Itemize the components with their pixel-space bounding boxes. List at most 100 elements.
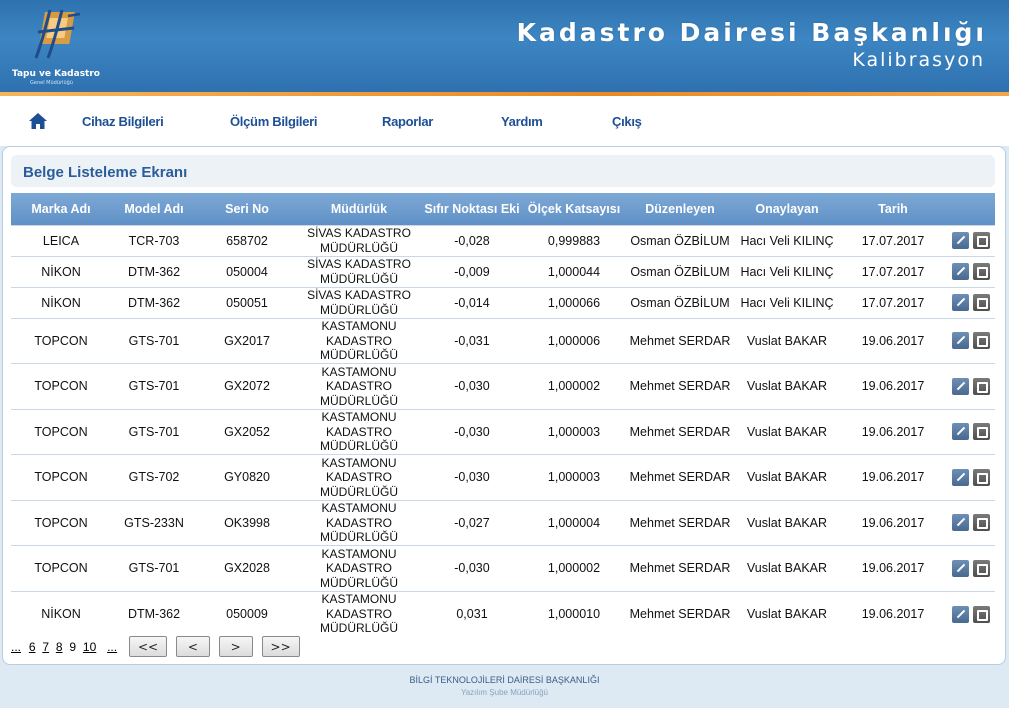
column-header[interactable]: Sıfır Noktası Eki: [421, 193, 523, 225]
table-cell: OK3998: [197, 499, 297, 546]
edit-icon[interactable]: [952, 605, 969, 623]
home-icon[interactable]: [28, 112, 48, 130]
edit-icon[interactable]: [952, 423, 969, 441]
table-cell: Hacı Veli KILINÇ: [735, 224, 839, 256]
table-cell: 1,000004: [523, 499, 625, 546]
table-cell: 19.06.2017: [839, 590, 947, 637]
table-row: TOPCON GTS-702 GY0820 KASTAMONU KADASTRO MÜ…: [11, 454, 995, 500]
table-cell: 0,031: [421, 590, 523, 637]
table-cell: -0,014: [421, 286, 523, 318]
column-header[interactable]: Tarih: [839, 193, 947, 225]
page-link[interactable]: 7: [42, 640, 49, 654]
column-header[interactable]: Düzenleyen: [625, 193, 735, 225]
page-link[interactable]: 10: [83, 640, 96, 654]
table-cell: Vuslat BAKAR: [735, 408, 839, 455]
column-header[interactable]: Onaylayan: [735, 193, 839, 225]
table-cell: GTS-701: [111, 408, 197, 455]
table-cell: DTM-362: [111, 286, 197, 318]
table-cell: SİVAS KADASTRO MÜDÜRLÜĞÜ: [297, 286, 421, 318]
edit-icon[interactable]: [952, 468, 969, 486]
table-row: TOPCON GTS-233N OK3998 KASTAMONU KADASTRO M…: [11, 499, 995, 546]
table-cell: Vuslat BAKAR: [735, 317, 839, 364]
edit-icon[interactable]: [952, 514, 969, 532]
pdf-icon[interactable]: [973, 294, 990, 311]
table-row: NİKON DTM-362 050009 KASTAMONU KADASTRO MÜD…: [11, 590, 995, 637]
pagination: ... 6 7 8 9 10 ... << < > >>: [11, 636, 305, 658]
logo-text: Tapu ve Kadastro: [12, 69, 100, 79]
pdf-icon[interactable]: [973, 468, 990, 486]
table-row: TOPCON GTS-701 GX2028 KASTAMONU KADASTRO MÜ…: [11, 545, 995, 591]
column-header[interactable]: Müdürlük: [297, 193, 421, 225]
edit-icon[interactable]: [952, 263, 969, 280]
nav-cihaz-bilgileri[interactable]: Cihaz Bilgileri: [82, 114, 164, 129]
table-cell: -0,030: [421, 408, 523, 455]
logo[interactable]: Tapu ve Kadastro Genel Müdürlüğü: [0, 0, 110, 92]
table-cell: -0,027: [421, 499, 523, 546]
row-actions: [947, 408, 995, 455]
page-ellipsis-prev[interactable]: ...: [11, 640, 21, 654]
row-actions: [947, 499, 995, 546]
table-cell: Vuslat BAKAR: [735, 590, 839, 637]
table-cell: 050009: [197, 590, 297, 637]
tkgm-logo-icon: [34, 9, 81, 59]
table-cell: KASTAMONU KADASTRO MÜDÜRLÜĞÜ: [297, 545, 421, 591]
last-page-button[interactable]: >>: [261, 636, 300, 657]
next-page-button[interactable]: >: [218, 636, 253, 657]
nav-raporlar[interactable]: Raporlar: [382, 114, 433, 129]
table-cell: 1,000002: [523, 545, 625, 591]
table-cell: Hacı Veli KILINÇ: [735, 255, 839, 287]
table-cell: 1,000006: [523, 317, 625, 364]
pdf-icon[interactable]: [973, 377, 990, 395]
document-table: Marka Adı Model Adı Seri No Müdürlük Sıf…: [11, 193, 995, 637]
edit-icon[interactable]: [952, 294, 969, 311]
first-page-button[interactable]: <<: [128, 636, 168, 657]
table-cell: SİVAS KADASTRO MÜDÜRLÜĞÜ: [297, 255, 421, 287]
column-header[interactable]: Model Adı: [111, 193, 197, 225]
page-current: 9: [69, 639, 77, 654]
table-cell: GX2052: [197, 408, 297, 455]
table-cell: 19.06.2017: [839, 499, 947, 546]
pdf-icon[interactable]: [973, 514, 990, 532]
prev-page-button[interactable]: <: [175, 636, 210, 657]
table-cell: Mehmet SERDAR: [625, 363, 735, 409]
nav-olcum-bilgileri[interactable]: Ölçüm Bilgileri: [230, 114, 318, 129]
pdf-icon[interactable]: [973, 263, 990, 280]
table-cell: 050051: [197, 286, 297, 318]
nav-yardim[interactable]: Yardım: [501, 114, 543, 129]
edit-icon[interactable]: [952, 377, 969, 395]
pdf-icon[interactable]: [973, 605, 990, 623]
column-header[interactable]: Seri No: [197, 193, 297, 225]
table-row: NİKON DTM-362 050004 SİVAS KADASTRO MÜDÜRLÜ…: [11, 255, 995, 287]
table-cell: GTS-701: [111, 317, 197, 364]
table-cell: GTS-701: [111, 545, 197, 591]
table-cell: NİKON: [11, 255, 111, 287]
page-link[interactable]: 8: [56, 640, 63, 654]
table-cell: 19.06.2017: [839, 545, 947, 591]
row-actions: [947, 317, 995, 364]
table-cell: 1,000003: [523, 454, 625, 500]
column-header[interactable]: Ölçek Katsayısı: [523, 193, 625, 225]
pdf-icon[interactable]: [973, 423, 990, 441]
row-actions: [947, 545, 995, 591]
footer-department: BİLGİ TEKNOLOJİLERİ DAİRESİ BAŞKANLIĞI: [409, 675, 600, 685]
column-header[interactable]: Marka Adı: [11, 193, 111, 225]
page-link[interactable]: 6: [29, 640, 36, 654]
pdf-icon[interactable]: [973, 559, 990, 577]
table-cell: GX2028: [197, 545, 297, 591]
edit-icon[interactable]: [952, 559, 969, 577]
edit-icon[interactable]: [952, 232, 969, 249]
table-row: NİKON DTM-362 050051 SİVAS KADASTRO MÜDÜRLÜ…: [11, 286, 995, 318]
table-cell: 1,000044: [523, 255, 625, 287]
pdf-icon[interactable]: [973, 232, 990, 249]
edit-icon[interactable]: [952, 332, 969, 350]
table-cell: NİKON: [11, 590, 111, 637]
table-cell: GTS-702: [111, 454, 197, 500]
table-cell: Mehmet SERDAR: [625, 408, 735, 455]
pdf-icon[interactable]: [973, 332, 990, 350]
app-header: Tapu ve Kadastro Genel Müdürlüğü Kadastr…: [0, 0, 1009, 96]
nav-cikis[interactable]: Çıkış: [612, 114, 642, 129]
table-cell: 19.06.2017: [839, 454, 947, 500]
table-cell: DTM-362: [111, 590, 197, 637]
row-actions: [947, 224, 995, 256]
page-ellipsis-next[interactable]: ...: [107, 640, 117, 654]
